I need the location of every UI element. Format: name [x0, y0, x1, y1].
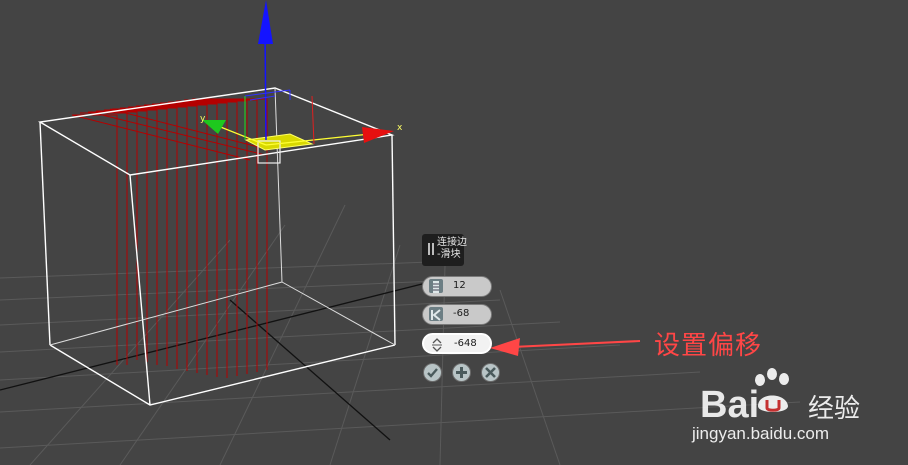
watermark-url: jingyan.baidu.com [692, 424, 830, 443]
watermark-brand: Bai [700, 384, 760, 426]
segments-value[interactable]: 12 [453, 280, 466, 291]
ok-button[interactable] [423, 363, 442, 382]
segments-field[interactable]: 12 [422, 276, 492, 297]
baidu-watermark: Bai 经验 jingyan.baidu.com [692, 368, 900, 452]
segments-icon [429, 279, 443, 293]
watermark-brand-suffix: 经验 [808, 394, 861, 424]
edge-loops [71, 98, 271, 378]
check-icon [427, 368, 438, 378]
slide-icon [430, 337, 444, 352]
xy-plane-handle[interactable] [244, 133, 314, 151]
z-axis-line[interactable] [264, 29, 267, 141]
slide-value[interactable]: -648 [454, 338, 477, 349]
pinch-value[interactable]: -68 [453, 308, 469, 319]
z-axis-arrow[interactable] [258, 0, 273, 44]
drag-grip-icon[interactable] [428, 243, 434, 255]
apply-button[interactable] [452, 363, 471, 382]
annotation-text: 设置偏移 [654, 331, 763, 361]
caddy-title-line2: -滑块 [437, 249, 461, 260]
x-axis-label: x [397, 123, 403, 133]
slide-field[interactable]: -648 [422, 333, 492, 354]
plus-icon [456, 367, 467, 378]
cancel-button[interactable] [481, 363, 500, 382]
annotation-arrow [490, 338, 641, 356]
close-icon [485, 367, 496, 378]
y-axis-line[interactable] [217, 125, 267, 146]
y-axis-label: y [200, 114, 206, 124]
move-gizmo[interactable]: x y [200, 0, 403, 164]
y-axis-arrow[interactable] [202, 120, 226, 134]
pinch-icon [429, 307, 443, 321]
world-axes [0, 281, 431, 441]
pinch-field[interactable]: -68 [422, 304, 492, 325]
caddy-title-panel[interactable]: 连接边 -滑块 [422, 234, 467, 266]
caddy-title-line1: 连接边 [437, 237, 467, 248]
